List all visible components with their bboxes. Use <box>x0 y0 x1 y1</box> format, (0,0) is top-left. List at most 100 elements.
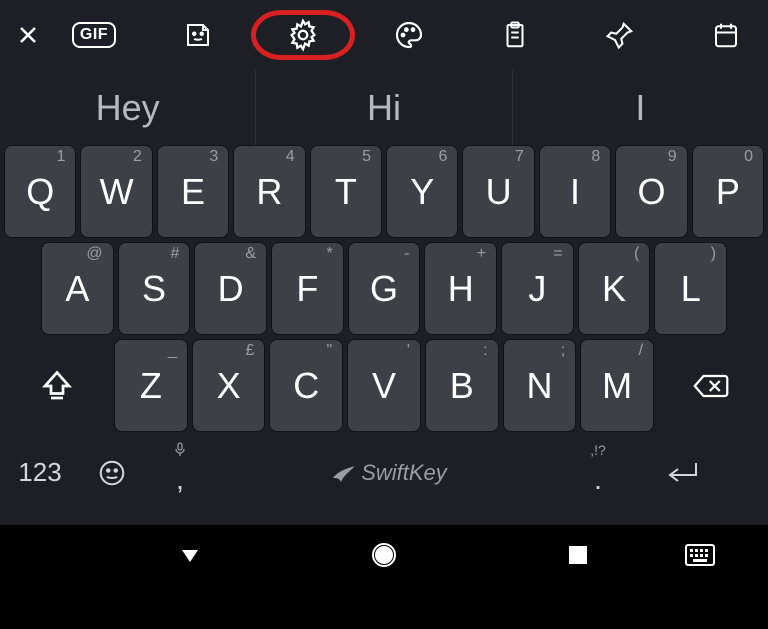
triangle-down-icon <box>178 543 202 567</box>
shift-icon <box>39 368 75 404</box>
key-hint: 1 <box>57 148 66 166</box>
key-hint: ( <box>634 245 639 263</box>
settings-button[interactable] <box>273 18 333 52</box>
key-label: R <box>256 171 282 213</box>
palette-icon <box>393 19 425 51</box>
space-key[interactable]: SwiftKey <box>216 436 562 509</box>
key-g[interactable]: -G <box>348 242 421 335</box>
shift-key[interactable] <box>4 339 110 432</box>
suggestion-2[interactable]: Hi <box>255 70 511 145</box>
key-p[interactable]: 0P <box>692 145 764 238</box>
key-label: U <box>486 171 512 213</box>
key-s[interactable]: #S <box>118 242 191 335</box>
nav-keyboard-button[interactable] <box>678 533 722 577</box>
key-hint: 8 <box>591 148 600 166</box>
nav-home-button[interactable] <box>362 533 406 577</box>
smile-icon <box>97 458 127 488</box>
pin-icon <box>605 20 635 50</box>
key-hint: @ <box>86 245 102 263</box>
key-x[interactable]: £X <box>192 339 266 432</box>
key-hint: 2 <box>133 148 142 166</box>
key-a[interactable]: @A <box>41 242 114 335</box>
key-hint: ' <box>407 342 410 360</box>
backspace-key[interactable] <box>658 339 764 432</box>
suggestion-1[interactable]: Hey <box>0 70 255 145</box>
key-c[interactable]: "C <box>269 339 343 432</box>
comma-symbol: , <box>176 464 184 496</box>
space-brand: SwiftKey <box>331 460 447 486</box>
period-symbol: . <box>594 464 602 496</box>
enter-key[interactable] <box>634 436 730 509</box>
keyboard-icon <box>685 544 715 566</box>
key-h[interactable]: +H <box>424 242 497 335</box>
key-hint: * <box>326 245 332 263</box>
circle-icon <box>369 540 399 570</box>
key-hint: & <box>245 245 256 263</box>
key-label: V <box>372 365 396 407</box>
key-y[interactable]: 6Y <box>386 145 458 238</box>
calendar-icon <box>711 20 741 50</box>
key-l[interactable]: )L <box>654 242 727 335</box>
stickers-button[interactable] <box>168 20 228 50</box>
nav-recents-button[interactable] <box>556 533 600 577</box>
themes-button[interactable] <box>379 19 439 51</box>
key-q[interactable]: 1Q <box>4 145 76 238</box>
key-label: S <box>142 268 166 310</box>
key-label: I <box>570 171 580 213</box>
period-hint: ,!? <box>590 442 606 458</box>
key-label: P <box>716 171 740 213</box>
key-i[interactable]: 8I <box>539 145 611 238</box>
key-b[interactable]: :B <box>425 339 499 432</box>
key-hint: £ <box>246 342 255 360</box>
key-w[interactable]: 2W <box>80 145 152 238</box>
key-label: J <box>528 268 546 310</box>
key-hint: - <box>404 245 409 263</box>
key-label: B <box>450 365 474 407</box>
key-hint: : <box>483 342 487 360</box>
key-z[interactable]: _Z <box>114 339 188 432</box>
key-r[interactable]: 4R <box>233 145 305 238</box>
gif-button[interactable]: GIF <box>66 22 122 48</box>
suggestion-3[interactable]: I <box>512 70 768 145</box>
comma-key[interactable]: , <box>148 436 212 509</box>
key-d[interactable]: &D <box>194 242 267 335</box>
key-label: W <box>100 171 134 213</box>
key-j[interactable]: =J <box>501 242 574 335</box>
key-hint: 3 <box>209 148 218 166</box>
key-label: A <box>65 268 89 310</box>
nav-back-button[interactable] <box>168 533 212 577</box>
key-t[interactable]: 5T <box>310 145 382 238</box>
key-e[interactable]: 3E <box>157 145 229 238</box>
key-n[interactable]: ;N <box>503 339 577 432</box>
key-hint: / <box>639 342 643 360</box>
calendar-button[interactable] <box>696 20 756 50</box>
key-label: Z <box>140 365 162 407</box>
key-label: H <box>448 268 474 310</box>
key-o[interactable]: 9O <box>615 145 687 238</box>
key-label: E <box>181 171 205 213</box>
key-hint: 0 <box>744 148 753 166</box>
key-v[interactable]: 'V <box>347 339 421 432</box>
key-k[interactable]: (K <box>578 242 651 335</box>
key-m[interactable]: /M <box>580 339 654 432</box>
enter-icon <box>662 459 702 487</box>
key-u[interactable]: 7U <box>462 145 534 238</box>
key-hint: ; <box>561 342 565 360</box>
key-label: Y <box>410 171 434 213</box>
key-label: F <box>296 268 318 310</box>
key-label: X <box>217 365 241 407</box>
key-f[interactable]: *F <box>271 242 344 335</box>
pin-button[interactable] <box>590 20 650 50</box>
close-button[interactable] <box>0 23 56 47</box>
key-hint: # <box>170 245 179 263</box>
key-label: N <box>526 365 552 407</box>
key-hint: 7 <box>515 148 524 166</box>
sticker-icon <box>183 20 213 50</box>
mic-hint-icon <box>174 442 186 459</box>
clipboard-button[interactable] <box>485 20 545 50</box>
key-label: C <box>293 365 319 407</box>
numeric-key[interactable]: 123 <box>4 436 76 509</box>
period-key[interactable]: ,!? . <box>566 436 630 509</box>
gif-icon: GIF <box>72 22 116 48</box>
emoji-key[interactable] <box>80 436 144 509</box>
